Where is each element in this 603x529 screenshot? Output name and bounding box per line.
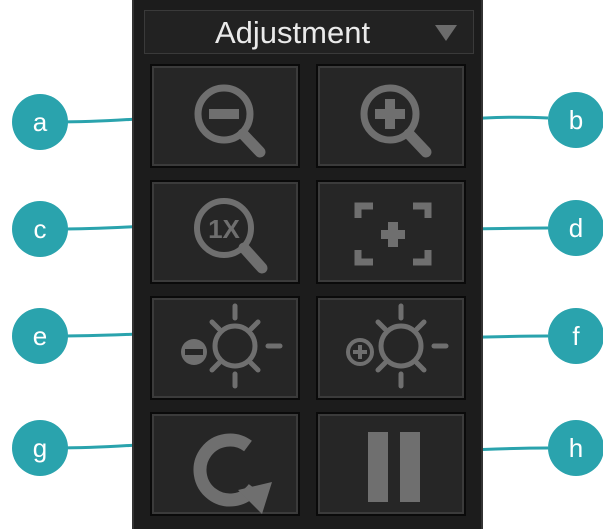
marker-g: g (12, 420, 68, 476)
panel-title: Adjustment (215, 15, 371, 50)
reset-rotate-button[interactable] (150, 412, 300, 516)
marker-h: h (548, 420, 603, 476)
brightness-decrease-icon (181, 303, 283, 389)
dropdown-triangle-icon (435, 25, 457, 41)
marker-c: c (12, 201, 68, 257)
svg-text:1X: 1X (208, 214, 240, 244)
zoom-1x-icon: 1X (194, 198, 268, 274)
zoom-in-button[interactable] (316, 64, 466, 168)
brightness-increase-button[interactable] (316, 296, 466, 400)
zoom-out-icon (194, 84, 266, 158)
reset-rotate-icon (193, 433, 272, 514)
adjustment-panel: Adjustment 1X (132, 0, 483, 529)
marker-d: d (548, 200, 603, 256)
fit-to-screen-icon (354, 202, 432, 266)
marker-b: b (548, 92, 603, 148)
fit-to-screen-button[interactable] (316, 180, 466, 284)
marker-f: f (548, 308, 603, 364)
pause-icon (368, 432, 420, 502)
zoom-out-button[interactable] (150, 64, 300, 168)
adjustment-dropdown[interactable]: Adjustment (144, 10, 474, 54)
brightness-increase-icon (346, 303, 449, 389)
zoom-1x-button[interactable]: 1X (150, 180, 300, 284)
pause-button[interactable] (316, 412, 466, 516)
marker-e: e (12, 308, 68, 364)
zoom-in-icon (360, 84, 432, 158)
marker-a: a (12, 94, 68, 150)
brightness-decrease-button[interactable] (150, 296, 300, 400)
